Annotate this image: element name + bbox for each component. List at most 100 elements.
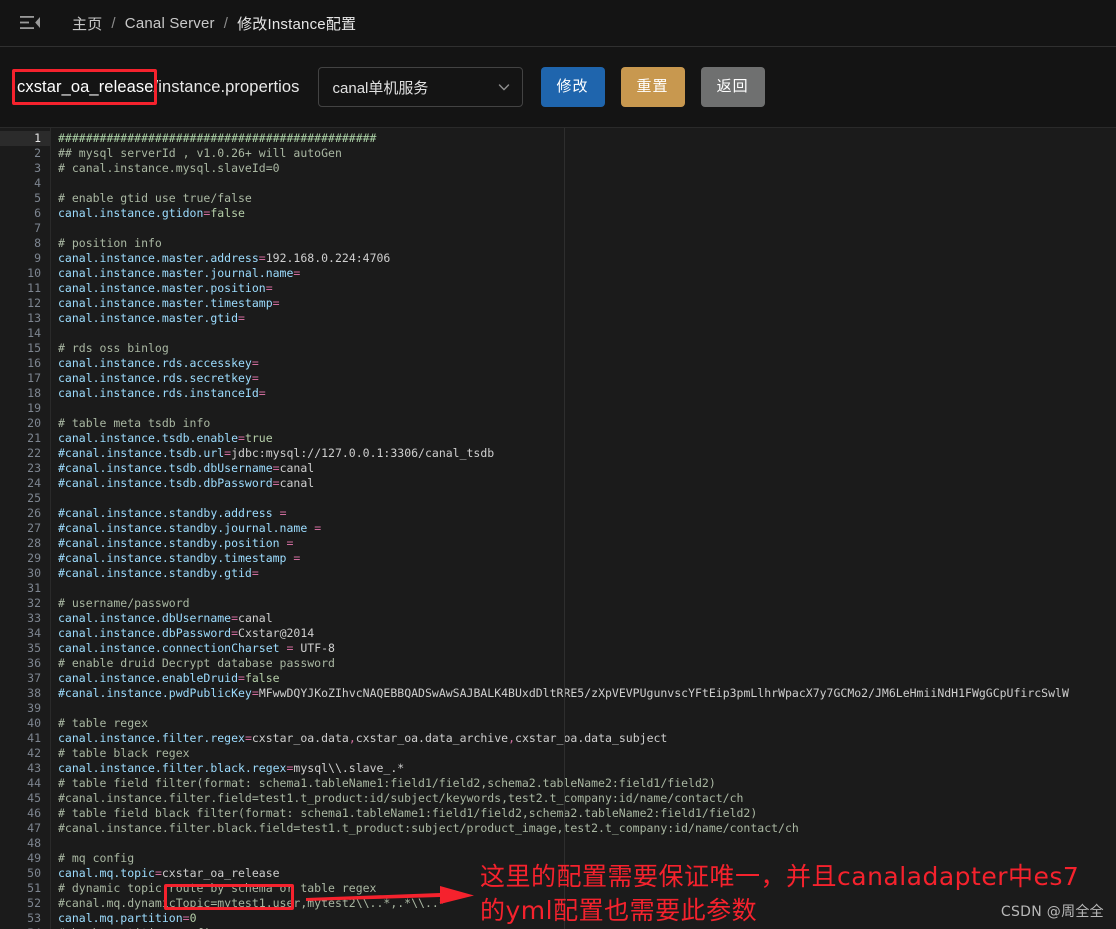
code-line[interactable]: # dynamic topic route by schema or table… <box>58 881 1116 896</box>
code-line[interactable] <box>58 491 1116 506</box>
line-number: 24 <box>27 476 41 490</box>
line-number: 40 <box>27 716 41 730</box>
code-line[interactable]: #canal.instance.standby.journal.name = <box>58 521 1116 536</box>
reset-button[interactable]: 重置 <box>620 67 685 107</box>
code-line[interactable]: canal.instance.filter.regex=cxstar_oa.da… <box>58 731 1116 746</box>
code-line[interactable] <box>58 401 1116 416</box>
code-line[interactable] <box>58 701 1116 716</box>
code-token: = <box>272 296 280 310</box>
chevron-down-icon <box>497 80 511 94</box>
line-number: 15 <box>27 341 41 355</box>
line-number: 49 <box>27 851 41 865</box>
code-token: = <box>258 386 266 400</box>
code-line[interactable]: #canal.mq.dynamicTopic=mytest1.user,myte… <box>58 896 1116 911</box>
code-line[interactable]: canal.instance.dbUsername=canal <box>58 611 1116 626</box>
breadcrumb-item-current: 修改Instance配置 <box>237 15 357 33</box>
code-token: 192.168.0.224:4706 <box>265 251 391 265</box>
code-token: cxstar_oa.data_archive <box>355 731 509 745</box>
code-line[interactable]: #canal.instance.standby.gtid= <box>58 566 1116 581</box>
code-line[interactable]: canal.instance.rds.secretkey= <box>58 371 1116 386</box>
line-number: 33 <box>27 611 41 625</box>
modify-button[interactable]: 修改 <box>540 67 605 107</box>
code-token: # canal.instance.mysql.slaveId=0 <box>58 161 280 175</box>
code-line[interactable] <box>58 581 1116 596</box>
config-toolbar: cxstar_oa_release/instance.propertios ca… <box>0 47 1116 127</box>
line-number: 11 <box>27 281 41 295</box>
code-line[interactable]: canal.instance.connectionCharset = UTF-8 <box>58 641 1116 656</box>
code-line[interactable] <box>58 836 1116 851</box>
code-line[interactable]: canal.instance.master.address=192.168.0.… <box>58 251 1116 266</box>
code-token: canal.mq.topic <box>58 866 155 880</box>
code-line[interactable]: # canal.instance.mysql.slaveId=0 <box>58 161 1116 176</box>
code-token: # enable gtid use true/false <box>58 191 252 205</box>
code-line[interactable]: # mq config <box>58 851 1116 866</box>
back-button[interactable]: 返回 <box>700 67 765 107</box>
line-number: 44 <box>27 776 41 790</box>
code-line[interactable]: # table field filter(format: schema1.tab… <box>58 776 1116 791</box>
code-token: # mq config <box>58 851 135 865</box>
code-token: = <box>238 671 245 685</box>
code-line[interactable]: ########################################… <box>58 131 1116 146</box>
code-line[interactable]: canal.instance.enableDruid=false <box>58 671 1116 686</box>
code-line[interactable]: canal.instance.rds.instanceId= <box>58 386 1116 401</box>
code-line[interactable]: canal.instance.master.timestamp= <box>58 296 1116 311</box>
code-line[interactable]: #canal.instance.tsdb.dbPassword=canal <box>58 476 1116 491</box>
code-token: = <box>231 611 239 625</box>
line-number: 5 <box>34 191 41 205</box>
code-line[interactable]: # enable druid Decrypt database password <box>58 656 1116 671</box>
breadcrumb-item-home[interactable]: 主页 <box>72 13 102 34</box>
code-line[interactable]: # rds oss binlog <box>58 341 1116 356</box>
code-line[interactable] <box>58 326 1116 341</box>
code-line[interactable]: canal.instance.filter.black.regex=mysql\… <box>58 761 1116 776</box>
line-number: 36 <box>27 656 41 670</box>
code-line[interactable]: #canal.instance.tsdb.dbUsername=canal <box>58 461 1116 476</box>
code-line[interactable]: canal.mq.topic=cxstar_oa_release <box>58 866 1116 881</box>
code-line[interactable]: canal.mq.partition=0 <box>58 911 1116 926</box>
code-line[interactable]: #canal.instance.pwdPublicKey=MFwwDQYJKoZ… <box>58 686 1116 701</box>
server-select[interactable]: canal单机服务 <box>317 67 523 107</box>
config-file-path-suffix: instance.propertios <box>158 77 300 96</box>
code-token: cxstar_oa.data <box>251 731 349 745</box>
code-line[interactable]: # table black regex <box>58 746 1116 761</box>
code-line[interactable]: #canal.instance.tsdb.url=jdbc:mysql://12… <box>58 446 1116 461</box>
code-token: #canal.instance.tsdb.dbPassword <box>58 476 273 490</box>
editor-code-area[interactable]: ########################################… <box>50 128 1116 929</box>
code-line[interactable]: # position info <box>58 236 1116 251</box>
code-line[interactable]: #canal.instance.standby.timestamp = <box>58 551 1116 566</box>
code-token: # position info <box>58 236 162 250</box>
code-line[interactable]: canal.instance.master.journal.name= <box>58 266 1116 281</box>
code-line[interactable]: # table meta tsdb info <box>58 416 1116 431</box>
code-token: false <box>244 671 280 685</box>
breadcrumb-item-canal-server[interactable]: Canal Server <box>125 15 215 32</box>
code-line[interactable]: #canal.instance.filter.black.field=test1… <box>58 821 1116 836</box>
code-line[interactable]: canal.instance.gtidon=false <box>58 206 1116 221</box>
code-token: canal.instance.master.address <box>58 251 259 265</box>
code-line[interactable]: #canal.instance.standby.address = <box>58 506 1116 521</box>
code-line[interactable]: canal.instance.dbPassword=Cxstar@2014 <box>58 626 1116 641</box>
code-line[interactable]: #canal.instance.standby.position = <box>58 536 1116 551</box>
code-line[interactable]: ## mysql serverId , v1.0.26+ will autoGe… <box>58 146 1116 161</box>
code-token: = <box>244 731 252 745</box>
line-number: 41 <box>27 731 41 745</box>
code-line[interactable] <box>58 221 1116 236</box>
code-line[interactable]: canal.instance.tsdb.enable=true <box>58 431 1116 446</box>
code-line[interactable]: canal.instance.master.gtid= <box>58 311 1116 326</box>
code-line[interactable]: # username/password <box>58 596 1116 611</box>
code-token: #canal.mq.dynamicTopic=mytest1.user,myte… <box>58 896 446 910</box>
code-line[interactable]: # enable gtid use true/false <box>58 191 1116 206</box>
code-line[interactable]: # table field black filter(format: schem… <box>58 806 1116 821</box>
code-token: #canal.instance.pwdPublicKey <box>58 686 252 700</box>
code-line[interactable]: canal.instance.rds.accesskey= <box>58 356 1116 371</box>
code-token: MFwwDQYJKoZIhvcNAQEBBQADSwAwSAJBALK4BUxd… <box>258 686 1069 700</box>
code-line[interactable] <box>58 176 1116 191</box>
code-token: canal.instance.tsdb.enable <box>58 431 239 445</box>
code-editor[interactable]: 1 2 3 4 5 6 7 8 9 10 11 12 13 14 15 16 17 18 19 20 21 22 23 24 2… <box>0 127 1116 929</box>
line-number: 52 <box>27 896 41 910</box>
menu-fold-icon[interactable] <box>14 9 46 37</box>
code-token: canal <box>279 476 315 490</box>
code-line[interactable]: #canal.instance.filter.field=test1.t_pro… <box>58 791 1116 806</box>
line-number: 47 <box>27 821 41 835</box>
code-token: = <box>286 536 294 550</box>
code-line[interactable]: canal.instance.master.position= <box>58 281 1116 296</box>
code-line[interactable]: # table regex <box>58 716 1116 731</box>
